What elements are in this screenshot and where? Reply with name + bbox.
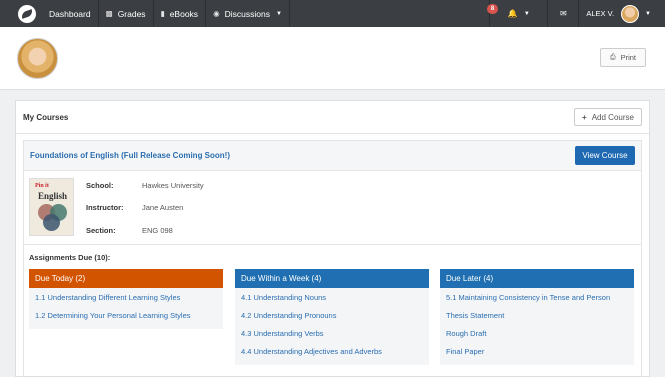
nav-grades-label: Grades [117,8,146,19]
due-later-header: Due Later (4) [440,269,634,288]
instructor-label: Instructor: [86,203,124,212]
cover-title: English [38,191,68,201]
nav-ebooks-label: eBooks [169,8,199,19]
print-label: Print [620,53,637,62]
nav-dashboard-label: Dashboard [49,8,91,19]
divider [24,244,641,245]
book-icon: ▮ [160,9,165,18]
envelope-icon: ✉ [560,9,567,18]
panel-title: My Courses [23,112,69,122]
add-course-label: Add Course [591,112,634,122]
assignment-link[interactable]: 4.1 Understanding Nouns [235,288,429,306]
profile-avatar [17,38,58,79]
course-header: Foundations of English (Full Release Com… [24,141,641,171]
user-menu[interactable]: ALEX V. ▼ [579,0,665,27]
assignments-due-title: Assignments Due (10): [29,253,111,262]
nav-ebooks[interactable]: ▮ eBooks [154,0,206,27]
instructor-value: Jane Austen [142,203,184,212]
school-value: Hawkes University [142,181,204,190]
section-label: Section: [86,226,116,235]
assignment-link[interactable]: Final Paper [440,342,634,360]
due-today-column: Due Today (2) 1.1 Understanding Differen… [29,269,223,329]
course-title-link[interactable]: Foundations of English (Full Release Com… [30,151,230,160]
section-value: ENG 098 [142,226,173,235]
nav-discussions-label: Discussions [224,8,270,19]
panel-header: My Courses + Add Course [16,101,649,134]
assignment-link[interactable]: Thesis Statement [440,306,634,324]
notifications-menu[interactable]: 🔔 ▼ [490,0,547,27]
assignment-link[interactable]: 4.4 Understanding Adjectives and Adverbs [235,342,429,360]
bell-icon: 🔔 [507,9,518,18]
plus-icon: + [582,112,587,122]
cover-circle [43,214,60,231]
nav-divider [288,0,290,27]
due-within-week-header: Due Within a Week (4) [235,269,429,288]
print-button[interactable]: ⎙ Print [600,48,646,67]
cover-brand: Pin it [35,183,49,189]
add-course-button[interactable]: + Add Course [574,108,642,126]
course-card: Foundations of English (Full Release Com… [23,140,642,377]
top-navbar: Dashboard ▩ Grades ▮ eBooks ◉ Discussion… [0,0,665,27]
nav-dashboard[interactable]: Dashboard [42,0,98,27]
assignment-link[interactable]: 4.2 Understanding Pronouns [235,306,429,324]
assignment-link[interactable]: 1.1 Understanding Different Learning Sty… [29,288,223,306]
chevron-down-icon: ▼ [275,10,282,17]
assignment-link[interactable]: 5.1 Maintaining Consistency in Tense and… [440,288,634,306]
notification-count-badge: 8 [487,4,498,14]
nav-grades[interactable]: ▩ Grades [99,0,153,27]
due-later-column: Due Later (4) 5.1 Maintaining Consistenc… [440,269,634,365]
due-within-week-column: Due Within a Week (4) 4.1 Understanding … [235,269,429,365]
avatar [621,4,640,23]
assignment-link[interactable]: Rough Draft [440,324,634,342]
messages-button[interactable]: ✉ [548,0,578,27]
view-course-button[interactable]: View Course [575,146,635,165]
chevron-down-icon: ▼ [645,10,651,17]
course-cover-image: Pin it English [29,178,74,236]
comments-icon: ◉ [213,9,220,18]
chevron-down-icon: ▼ [523,10,530,17]
nav-discussions[interactable]: ◉ Discussions ▼ [206,0,289,27]
school-label: School: [86,181,114,190]
bar-chart-icon: ▩ [105,9,113,18]
due-today-header: Due Today (2) [29,269,223,288]
app-logo-icon[interactable] [18,4,36,23]
assignment-link[interactable]: 1.2 Determining Your Personal Learning S… [29,306,223,324]
assignment-link[interactable]: 4.3 Understanding Verbs [235,324,429,342]
printer-icon: ⎙ [609,53,616,61]
nav-right-group: 🔔 ▼ ✉ ALEX V. ▼ [489,0,665,27]
profile-header: ⎙ Print [0,27,665,90]
user-name: ALEX V. [586,9,615,18]
my-courses-panel: My Courses + Add Course Foundations of E… [15,100,650,377]
